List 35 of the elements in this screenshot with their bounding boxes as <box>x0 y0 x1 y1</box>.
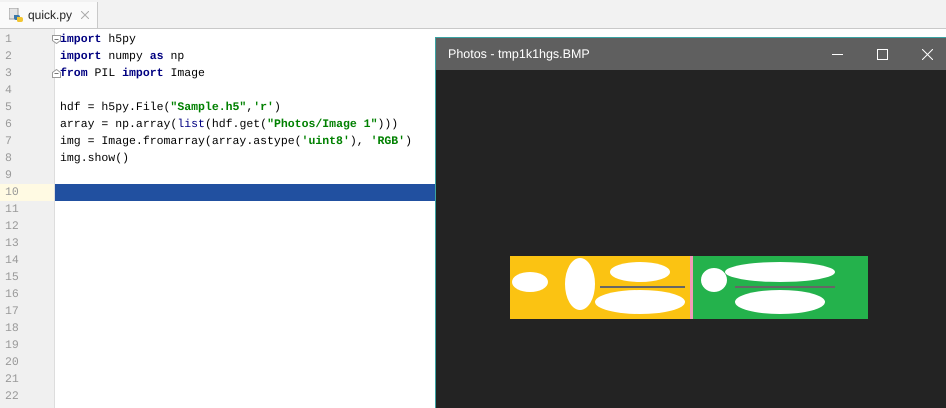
line-number: 1 <box>5 33 12 46</box>
code-line: img = Image.fromarray(array.astype('uint8'), 'RGB') <box>60 135 412 148</box>
line-number: 9 <box>5 169 12 182</box>
line-number: 22 <box>5 390 19 403</box>
line-number: 13 <box>5 237 19 250</box>
line-number: 10 <box>5 186 19 199</box>
line-number: 19 <box>5 339 19 352</box>
code-line: hdf = h5py.File("Sample.h5",'r') <box>60 101 281 114</box>
code-line: from PIL import Image <box>60 67 205 80</box>
line-number: 20 <box>5 356 19 369</box>
code-line: import numpy as np <box>60 50 184 63</box>
line-number: 6 <box>5 118 12 131</box>
maximize-icon[interactable] <box>877 48 888 60</box>
line-number: 21 <box>5 373 19 386</box>
line-number: 18 <box>5 322 19 335</box>
line-number: 4 <box>5 84 12 97</box>
code-line: img.show() <box>60 152 130 165</box>
line-number: 2 <box>5 50 12 63</box>
line-number: 3 <box>5 67 12 80</box>
code-line: import h5py <box>60 33 136 46</box>
line-number: 12 <box>5 220 19 233</box>
python-file-icon <box>9 8 23 22</box>
line-number: 17 <box>5 305 19 318</box>
fold-icon[interactable] <box>52 35 61 44</box>
fold-icon[interactable] <box>52 69 61 78</box>
line-number: 5 <box>5 101 12 114</box>
line-number: 11 <box>5 203 19 216</box>
line-number: 7 <box>5 135 12 148</box>
line-number: 8 <box>5 152 12 165</box>
line-number: 14 <box>5 254 19 267</box>
file-tab[interactable]: quick.py <box>0 2 98 28</box>
line-number: 15 <box>5 271 19 284</box>
line-number: 16 <box>5 288 19 301</box>
code-line: array = np.array(list(hdf.get("Photos/Image 1"))) <box>60 118 398 131</box>
window-title: Photos - tmp1k1hgs.BMP <box>448 47 590 61</box>
